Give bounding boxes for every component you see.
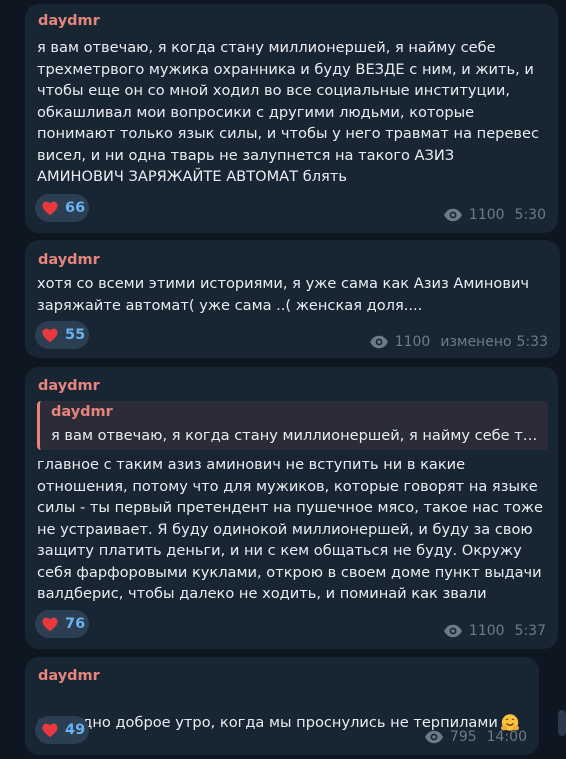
message-time: 5:30 (514, 207, 546, 223)
view-count: 1100 (468, 207, 505, 223)
reaction-button[interactable]: 66 (35, 194, 89, 222)
view-count: 795 (449, 729, 477, 745)
eye-icon (424, 730, 443, 744)
reply-text: я вам отвечаю, я когда стану миллионерше… (51, 427, 540, 444)
reaction-count: 49 (65, 722, 86, 738)
message-time: 14:00 (486, 729, 527, 745)
message-text: главное с таким азиз аминович не вступит… (37, 456, 544, 602)
message-author[interactable]: daydmr (38, 378, 100, 394)
heart-icon (42, 328, 58, 342)
message-text: еще одно доброе утро, когда мы проснулис… (37, 690, 520, 733)
message-time: 5:37 (514, 623, 546, 639)
heart-icon (42, 201, 58, 215)
reaction-button[interactable]: 76 (35, 610, 89, 638)
reaction-button[interactable]: 55 (35, 321, 89, 349)
message-time: 5:33 (516, 334, 548, 350)
message-bubble[interactable]: daydmr я вам отвечаю, я когда стану милл… (25, 4, 558, 233)
message-meta: 1100 5:37 (443, 623, 546, 639)
message-meta: 795 14:00 (424, 729, 527, 745)
message-meta: 1100 изменено 5:33 (369, 334, 548, 350)
message-author[interactable]: daydmr (38, 668, 100, 684)
message-text-content: еще одно доброе утро, когда мы проснулис… (37, 713, 498, 731)
reply-author: daydmr (51, 404, 113, 420)
view-count: 1100 (394, 334, 431, 350)
message-bubble[interactable]: daydmr daydmr я вам отвечаю, я когда ста… (25, 367, 558, 649)
message-bubble[interactable]: daydmr хотя со всеми этими историями, я … (25, 240, 560, 358)
message-meta: 1100 5:30 (443, 207, 546, 223)
message-author[interactable]: daydmr (38, 13, 100, 29)
edited-label: изменено (440, 334, 512, 350)
reaction-button[interactable]: 49 (35, 716, 89, 744)
reaction-count: 66 (65, 200, 86, 216)
message-author[interactable]: daydmr (38, 252, 100, 268)
eye-icon (369, 335, 388, 349)
reaction-count: 55 (65, 327, 86, 343)
scroll-to-bottom-button[interactable] (558, 710, 566, 736)
heart-icon (42, 723, 58, 737)
eye-icon (443, 624, 462, 638)
reaction-count: 76 (65, 616, 86, 632)
message-text: я вам отвечаю, я когда стану миллионерше… (37, 39, 540, 185)
reply-quote[interactable]: daydmr я вам отвечаю, я когда стану милл… (37, 401, 548, 450)
message-bubble[interactable]: daydmr еще одно доброе утро, когда мы пр… (25, 657, 539, 755)
eye-icon (443, 208, 462, 222)
message-text: хотя со всеми этими историями, я уже сам… (37, 275, 530, 314)
heart-icon (42, 617, 58, 631)
view-count: 1100 (468, 623, 505, 639)
